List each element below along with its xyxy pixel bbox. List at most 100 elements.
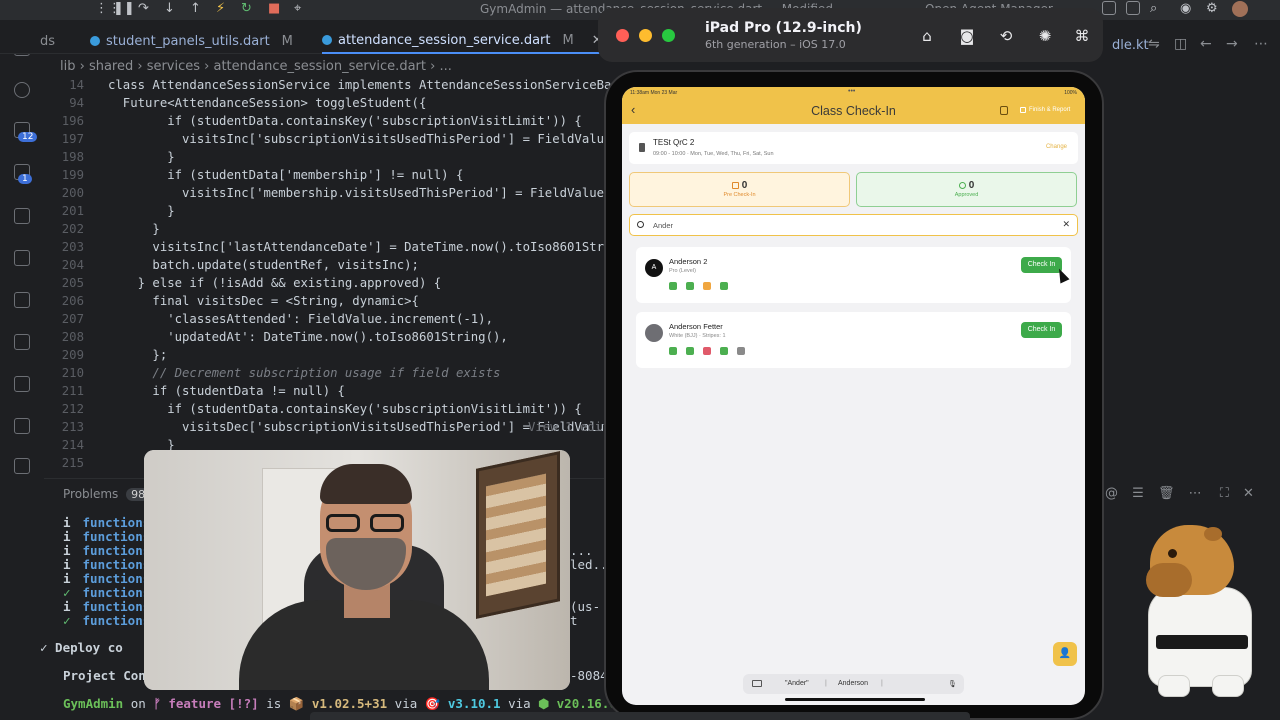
list-icon[interactable]: ☰: [1132, 486, 1144, 501]
problem-row[interactable]: i functions: [63, 543, 150, 558]
code-line[interactable]: if (studentData['membership'] != null) {: [108, 168, 463, 182]
keyboard-icon[interactable]: [752, 680, 762, 687]
person-icon[interactable]: [669, 282, 677, 290]
tab-attendance-session-service[interactable]: attendance_session_service.dart M ✕: [322, 28, 603, 54]
person-icon[interactable]: [669, 347, 677, 355]
avatar[interactable]: [1232, 1, 1248, 17]
extensions-icon[interactable]: [14, 250, 30, 266]
terminal-prompt[interactable]: GymAdmin on ᚠ feature [!?] is 📦 v1.02.5+…: [63, 696, 639, 712]
code-line[interactable]: if (studentData.containsKey('subscriptio…: [108, 114, 582, 128]
code-line[interactable]: visitsInc['membership.visitsUsedThisPeri…: [108, 186, 611, 200]
problem-row[interactable]: i functions: [63, 571, 150, 586]
tab-fragment-right[interactable]: dle.kt: [1112, 38, 1149, 53]
hot-reload-icon[interactable]: ⚡: [216, 1, 225, 16]
check-in-button[interactable]: Check In: [1021, 322, 1062, 338]
breadcrumb[interactable]: lib › shared › services › attendance_ses…: [60, 59, 452, 74]
code-line[interactable]: final visitsDec = <String, dynamic>{: [108, 294, 419, 308]
compare-icon[interactable]: ⇋: [1148, 36, 1160, 52]
stop-icon[interactable]: ■: [268, 1, 280, 16]
approved-stat[interactable]: 0 Approved: [856, 172, 1077, 207]
browser-icon[interactable]: ◉: [1180, 1, 1191, 16]
problem-row[interactable]: ✓ functions: [63, 585, 150, 600]
code-line[interactable]: batch.update(studentRef, visitsInc);: [108, 258, 419, 272]
forward-icon[interactable]: →: [1226, 36, 1238, 52]
code-line[interactable]: if (studentData.containsKey('subscriptio…: [108, 402, 582, 416]
code-line[interactable]: 'updatedAt': DateTime.now().toIso8601Str…: [108, 330, 508, 344]
code-line[interactable]: }: [108, 150, 174, 164]
command-icon[interactable]: ⌘: [1073, 27, 1091, 45]
problem-row[interactable]: i functions: [63, 515, 150, 530]
clear-search-icon[interactable]: ✕: [1062, 219, 1070, 230]
step-over-icon[interactable]: ↷: [138, 1, 149, 16]
terminal-icon[interactable]: [14, 458, 30, 474]
student-search-input[interactable]: Ander ✕: [629, 214, 1078, 236]
code-line[interactable]: }: [108, 204, 174, 218]
inspect-icon[interactable]: ⌖: [294, 1, 301, 16]
remote-icon[interactable]: [14, 208, 30, 224]
close-icon[interactable]: ✕: [1243, 486, 1254, 501]
problem-row[interactable]: i functions: [63, 529, 150, 544]
maximize-icon[interactable]: ⛶: [1220, 486, 1229, 501]
calendar-icon[interactable]: [720, 347, 728, 355]
restart-icon[interactable]: ↻: [241, 1, 252, 16]
home-icon[interactable]: ⌂: [918, 27, 936, 45]
screenshot-icon[interactable]: ◙: [958, 27, 976, 45]
code-line[interactable]: visitsInc['lastAttendanceDate'] = DateTi…: [108, 240, 618, 254]
step-into-icon[interactable]: ↓: [164, 1, 175, 16]
finish-report-button[interactable]: Finish & Report: [1020, 107, 1070, 113]
pre-checkin-stat[interactable]: 0 Pre Check-In: [629, 172, 850, 207]
trash-icon[interactable]: 🗑: [1158, 486, 1175, 501]
mention-icon[interactable]: @: [1105, 486, 1118, 501]
student-card[interactable]: A Anderson 2 Pro (Level) Check In: [636, 247, 1071, 303]
more-icon[interactable]: ⋯: [1254, 36, 1268, 52]
back-icon[interactable]: ←: [1200, 36, 1212, 52]
home-indicator[interactable]: [785, 698, 925, 701]
zoom-window-button[interactable]: [662, 29, 675, 42]
step-out-icon[interactable]: ↑: [190, 1, 201, 16]
problems-tab[interactable]: Problems 98: [63, 487, 151, 501]
code-line[interactable]: }: [108, 222, 159, 236]
code-line[interactable]: if (studentData != null) {: [108, 384, 345, 398]
more-icon[interactable]: ⋯: [1189, 486, 1202, 501]
check-icon[interactable]: [686, 347, 694, 355]
split-editor-icon[interactable]: ◫: [1174, 36, 1187, 52]
minimize-window-button[interactable]: [639, 29, 652, 42]
tab-fragment[interactable]: ds: [40, 28, 55, 54]
calendar-icon[interactable]: [720, 282, 728, 290]
suggestion-quoted[interactable]: "Ander": [785, 680, 809, 687]
card-icon[interactable]: [703, 282, 711, 290]
code-line[interactable]: 'classesAttended': FieldValue.increment(…: [108, 312, 493, 326]
code-editor[interactable]: 14 class AttendanceSessionService impleme…: [44, 78, 619, 478]
shake-icon[interactable]: ✺: [1036, 27, 1054, 45]
close-window-button[interactable]: [616, 29, 629, 42]
problem-row[interactable]: i functions: [63, 599, 150, 614]
search-icon[interactable]: [14, 82, 30, 98]
microphone-icon[interactable]: 🎙: [948, 680, 957, 688]
layout-icon[interactable]: [1102, 1, 1116, 15]
code-line[interactable]: class AttendanceSessionService implement…: [108, 78, 611, 92]
flutter-icon[interactable]: [14, 334, 30, 350]
multitask-dots[interactable]: •••: [848, 88, 855, 95]
card-icon[interactable]: [703, 347, 711, 355]
check-icon[interactable]: [686, 282, 694, 290]
problem-row[interactable]: i functions: [63, 557, 150, 572]
suggestion-anderson[interactable]: Anderson: [838, 680, 868, 687]
code-line[interactable]: };: [108, 348, 167, 362]
docker-icon[interactable]: [14, 418, 30, 434]
settings-icon[interactable]: ⚙: [1206, 1, 1218, 16]
badge-icon[interactable]: [737, 347, 745, 355]
add-student-button[interactable]: 👤: [1053, 642, 1077, 666]
student-card[interactable]: Anderson Fetter White (BJJ) · Stripes: 1 C…: [636, 312, 1071, 368]
problem-row[interactable]: ✓ functions: [63, 613, 150, 628]
code-line[interactable]: Future<AttendanceSession> toggleStudent(…: [108, 96, 427, 110]
search-icon[interactable]: ⌕: [1150, 1, 1157, 16]
lock-icon[interactable]: [1000, 106, 1008, 115]
sidebar-toggle-icon[interactable]: [1126, 1, 1140, 15]
code-line[interactable]: visitsInc['subscriptionVisitsUsedThisPer…: [108, 132, 611, 146]
code-line[interactable]: // Decrement subscription usage if field…: [108, 366, 500, 380]
rotate-icon[interactable]: ⟲: [997, 27, 1015, 45]
code-line[interactable]: } else if (!isAdd && existing.approved) …: [108, 276, 442, 290]
tab-student-panels-utils[interactable]: student_panels_utils.dart M: [90, 28, 293, 54]
change-class-link[interactable]: Change: [1046, 144, 1067, 150]
testing-icon[interactable]: [14, 292, 30, 308]
